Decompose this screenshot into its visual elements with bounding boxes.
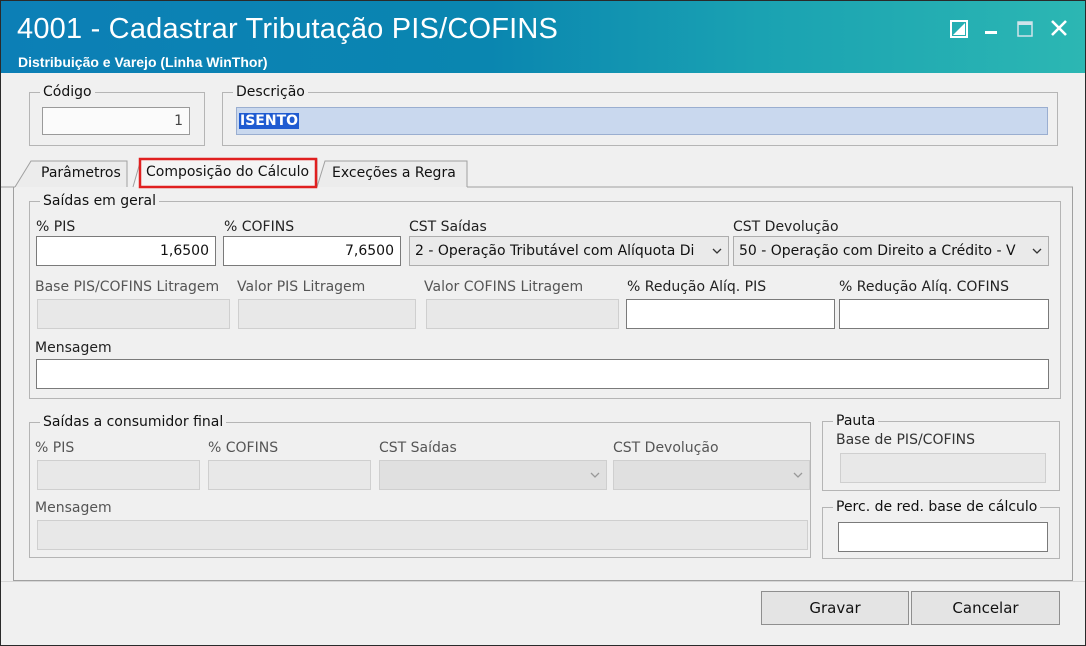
valor-cofins-litragem-label: Valor COFINS Litragem bbox=[424, 279, 584, 295]
restore-screen-icon[interactable] bbox=[945, 15, 973, 43]
codigo-field[interactable]: 1 bbox=[42, 107, 190, 135]
perc-red-input[interactable] bbox=[838, 522, 1048, 552]
mensagem-label: Mensagem bbox=[35, 340, 112, 356]
cf-cst-saidas-label: CST Saídas bbox=[379, 440, 457, 456]
cf-cst-saidas-select bbox=[379, 460, 607, 490]
cst-devolucao-select[interactable]: 50 - Operação com Direito a Crédito - V bbox=[733, 236, 1049, 266]
cf-pis-input bbox=[37, 460, 200, 490]
descricao-value: ISENTO bbox=[239, 113, 300, 129]
cancelar-label: Cancelar bbox=[952, 599, 1019, 617]
saidas-geral-label: Saídas em geral bbox=[40, 193, 159, 209]
reducao-pis-input[interactable] bbox=[626, 299, 835, 329]
cf-cst-devolucao-label: CST Devolução bbox=[613, 440, 719, 456]
cst-devolucao-value: 50 - Operação com Direito a Crédito - V bbox=[739, 243, 1016, 259]
cofins-label: % COFINS bbox=[224, 219, 295, 235]
tab-excecoes-regra[interactable]: Exceções a Regra bbox=[332, 165, 456, 181]
descricao-group: Descrição ISENTO bbox=[222, 84, 1058, 146]
cf-mensagem-label: Mensagem bbox=[35, 500, 112, 516]
gravar-button[interactable]: Gravar bbox=[761, 591, 909, 625]
pis-input[interactable]: 1,6500 bbox=[36, 236, 216, 266]
tab-parametros[interactable]: Parâmetros bbox=[41, 165, 121, 181]
pis-label: % PIS bbox=[36, 219, 76, 235]
pauta-group: Pauta Base de PIS/COFINS bbox=[822, 413, 1060, 491]
cst-saidas-select[interactable]: 2 - Operação Tributável com Alíquota Di bbox=[409, 236, 729, 266]
cf-pis-label: % PIS bbox=[35, 440, 75, 456]
pauta-base-label: Base de PIS/COFINS bbox=[836, 432, 976, 448]
codigo-label: Código bbox=[40, 84, 95, 100]
valor-pis-litragem-label: Valor PIS Litragem bbox=[237, 279, 366, 295]
main-window: 4001 - Cadastrar Tributação PIS/COFINS D… bbox=[0, 0, 1086, 646]
saidas-geral-group: Saídas em geral % PIS 1,6500 % COFINS 7,… bbox=[29, 193, 1061, 399]
cf-cofins-input bbox=[208, 460, 371, 490]
pauta-label: Pauta bbox=[833, 413, 879, 429]
consumidor-final-group: Saídas a consumidor final % PIS % COFINS… bbox=[29, 414, 811, 558]
cst-devolucao-label: CST Devolução bbox=[733, 219, 839, 235]
consumidor-final-label: Saídas a consumidor final bbox=[40, 414, 227, 430]
close-icon[interactable] bbox=[1045, 15, 1073, 43]
descricao-label: Descrição bbox=[233, 84, 308, 100]
window-title: 4001 - Cadastrar Tributação PIS/COFINS bbox=[17, 13, 559, 45]
title-bar[interactable]: 4001 - Cadastrar Tributação PIS/COFINS D… bbox=[1, 1, 1085, 73]
perc-red-label: Perc. de red. base de cálculo bbox=[833, 499, 1041, 515]
cst-saidas-value: 2 - Operação Tributável com Alíquota Di bbox=[415, 243, 695, 259]
base-litragem-input bbox=[37, 299, 230, 329]
chevron-down-icon bbox=[793, 472, 803, 478]
cancelar-button[interactable]: Cancelar bbox=[911, 591, 1060, 625]
reducao-cofins-label: % Redução Alíq. COFINS bbox=[839, 279, 1009, 295]
base-litragem-label: Base PIS/COFINS Litragem bbox=[35, 279, 220, 295]
cf-cst-devolucao-select bbox=[613, 460, 810, 490]
window-subtitle: Distribuição e Varejo (Linha WinThor) bbox=[18, 54, 268, 70]
descricao-field[interactable]: ISENTO bbox=[236, 107, 1048, 135]
pauta-base-input bbox=[840, 453, 1046, 483]
minimize-icon[interactable] bbox=[977, 15, 1005, 43]
tab-composicao-calculo[interactable]: Composição do Cálculo bbox=[146, 164, 309, 180]
valor-cofins-litragem-input bbox=[426, 299, 619, 329]
chevron-down-icon bbox=[712, 248, 722, 254]
perc-red-group: Perc. de red. base de cálculo bbox=[822, 499, 1060, 559]
reducao-cofins-input[interactable] bbox=[839, 299, 1049, 329]
tab-strip: Parâmetros Composição do Cálculo Exceçõe… bbox=[1, 155, 1085, 189]
gravar-label: Gravar bbox=[809, 599, 861, 617]
cofins-input[interactable]: 7,6500 bbox=[223, 236, 401, 266]
cf-mensagem-input bbox=[37, 520, 808, 550]
cst-saidas-label: CST Saídas bbox=[409, 219, 487, 235]
footer-divider bbox=[1, 581, 1085, 582]
chevron-down-icon bbox=[1032, 248, 1042, 254]
mensagem-input[interactable] bbox=[36, 359, 1049, 389]
codigo-group: Código 1 bbox=[29, 84, 205, 146]
chevron-down-icon bbox=[590, 472, 600, 478]
valor-pis-litragem-input bbox=[238, 299, 416, 329]
content-area: Código 1 Descrição ISENTO Parâmetros Com… bbox=[1, 73, 1085, 645]
cf-cofins-label: % COFINS bbox=[208, 440, 279, 456]
maximize-icon[interactable] bbox=[1011, 15, 1039, 43]
reducao-pis-label: % Redução Alíq. PIS bbox=[627, 279, 767, 295]
